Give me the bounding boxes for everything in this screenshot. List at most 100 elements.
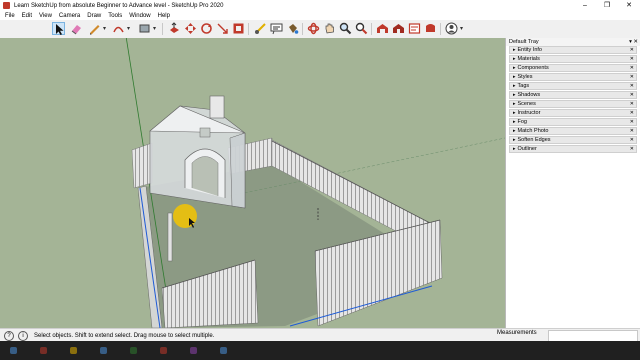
taskbar-app-icon[interactable] <box>40 347 47 354</box>
pan-icon <box>325 23 334 34</box>
taskbar-app-icon[interactable] <box>160 347 167 354</box>
taskbar-app-icon[interactable] <box>220 347 227 354</box>
menu-view[interactable]: View <box>39 13 52 19</box>
toolbar-divider <box>302 23 303 35</box>
close-icon[interactable]: ✕ <box>630 74 634 80</box>
default-tray: Default Tray ▾ ✕ ▸ Entity Info ✕ ▸ Material… <box>505 38 640 328</box>
offset-tool-button[interactable] <box>232 22 245 35</box>
close-icon[interactable]: ✕ <box>630 128 634 134</box>
close-icon[interactable]: ✕ <box>630 146 634 152</box>
scale-tool-button[interactable] <box>216 22 229 35</box>
layout-button[interactable] <box>408 22 421 35</box>
close-icon[interactable]: ✕ <box>630 110 634 116</box>
menu-edit[interactable]: Edit <box>22 13 32 19</box>
text-tool-button[interactable] <box>270 22 283 35</box>
panel-label: Shadows <box>517 92 541 98</box>
tray-controls[interactable]: ▾ ✕ <box>629 38 638 46</box>
rectangle-tool-caret[interactable]: ▾ <box>153 25 156 32</box>
line-tool-button[interactable] <box>88 22 101 35</box>
menu-help[interactable]: Help <box>158 13 170 19</box>
panel-label: Entity Info <box>517 47 542 53</box>
toolbar-divider <box>162 23 163 35</box>
line-tool-caret[interactable]: ▾ <box>103 25 106 32</box>
tray-panel-entity-info[interactable]: ▸ Entity Info ✕ <box>509 46 637 54</box>
taskbar-app-icon[interactable] <box>70 347 77 354</box>
menu-tools[interactable]: Tools <box>108 13 122 19</box>
cursor-icon <box>56 24 64 35</box>
pan-tool-button[interactable] <box>323 22 336 35</box>
arc-tool-caret[interactable]: ▾ <box>127 25 130 32</box>
info-icon[interactable]: i <box>18 330 28 341</box>
rectangle-tool-button[interactable] <box>138 22 151 35</box>
close-button[interactable]: ✕ <box>618 0 640 11</box>
arc-tool-button[interactable] <box>112 22 125 35</box>
extension-warehouse-button[interactable] <box>392 22 405 35</box>
pushpull-tool-button[interactable] <box>168 22 181 35</box>
help-icon[interactable]: ? <box>4 330 14 341</box>
rectangle-icon <box>139 24 150 33</box>
restore-button[interactable]: ❐ <box>596 0 618 11</box>
tray-panel-styles[interactable]: ▸ Styles ✕ <box>509 73 637 81</box>
expand-arrow-icon: ▸ <box>513 128 516 134</box>
paint-bucket-tool-button[interactable] <box>286 22 299 35</box>
tray-panel-shadows[interactable]: ▸ Shadows ✕ <box>509 91 637 99</box>
menu-camera[interactable]: Camera <box>59 13 80 19</box>
expand-arrow-icon: ▸ <box>513 65 516 71</box>
close-icon[interactable]: ✕ <box>630 56 634 62</box>
zoom-extents-icon <box>355 22 368 35</box>
fence-back-left <box>131 142 153 189</box>
offset-icon <box>233 23 244 34</box>
menu-draw[interactable]: Draw <box>87 13 101 19</box>
account-caret[interactable]: ▾ <box>460 25 463 32</box>
pencil-icon <box>90 25 100 35</box>
menu-file[interactable]: File <box>5 13 15 19</box>
account-button[interactable] <box>445 22 458 35</box>
toolbar-divider <box>440 23 441 35</box>
extension-manager-button[interactable] <box>424 22 437 35</box>
taskbar-app-icon[interactable] <box>10 347 17 354</box>
orbit-tool-button[interactable] <box>307 22 320 35</box>
expand-arrow-icon: ▸ <box>513 74 516 80</box>
rotate-tool-button[interactable] <box>200 22 213 35</box>
taskbar-app-icon[interactable] <box>130 347 137 354</box>
panel-label: Soften Edges <box>517 137 551 143</box>
3d-warehouse-button[interactable] <box>376 22 389 35</box>
close-icon[interactable]: ✕ <box>630 47 634 53</box>
tray-panel-match-photo[interactable]: ▸ Match Photo ✕ <box>509 127 637 135</box>
tray-panel-components[interactable]: ▸ Components ✕ <box>509 64 637 72</box>
scale-icon <box>217 23 228 34</box>
window-title: Learn SketchUp from absolute Beginner to… <box>14 2 224 9</box>
menu-window[interactable]: Window <box>129 13 150 19</box>
close-icon[interactable]: ✕ <box>630 119 634 125</box>
zoom-extents-tool-button[interactable] <box>355 22 368 35</box>
close-icon[interactable]: ✕ <box>630 92 634 98</box>
zoom-icon <box>339 22 352 35</box>
minimize-button[interactable]: – <box>574 0 596 11</box>
expand-arrow-icon: ▸ <box>513 83 516 89</box>
close-icon[interactable]: ✕ <box>630 65 634 71</box>
eraser-tool-button[interactable] <box>70 22 83 35</box>
tray-panel-tags[interactable]: ▸ Tags ✕ <box>509 82 637 90</box>
move-tool-button[interactable] <box>184 22 197 35</box>
close-icon[interactable]: ✕ <box>630 137 634 143</box>
tray-panel-soften-edges[interactable]: ▸ Soften Edges ✕ <box>509 136 637 144</box>
taskbar-app-icon[interactable] <box>190 347 197 354</box>
scene-canvas[interactable] <box>0 38 505 328</box>
panel-label: Outliner <box>517 146 537 152</box>
tray-panel-instructor[interactable]: ▸ Instructor ✕ <box>509 109 637 117</box>
expand-arrow-icon: ▸ <box>513 137 516 143</box>
tray-panel-outliner[interactable]: ▸ Outliner ✕ <box>509 145 637 153</box>
tray-panel-materials[interactable]: ▸ Materials ✕ <box>509 55 637 63</box>
text-icon <box>270 23 283 35</box>
tape-measure-tool-button[interactable] <box>254 22 267 35</box>
zoom-tool-button[interactable] <box>339 22 352 35</box>
tray-header[interactable]: Default Tray ▾ ✕ <box>506 38 640 46</box>
select-tool-button[interactable] <box>52 22 65 35</box>
close-icon[interactable]: ✕ <box>630 83 634 89</box>
tray-panel-scenes[interactable]: ▸ Scenes ✕ <box>509 100 637 108</box>
tray-panel-fog[interactable]: ▸ Fog ✕ <box>509 118 637 126</box>
taskbar-app-icon[interactable] <box>100 347 107 354</box>
close-icon[interactable]: ✕ <box>630 101 634 107</box>
modeling-viewport[interactable] <box>0 38 505 328</box>
panel-label: Fog <box>517 119 527 125</box>
